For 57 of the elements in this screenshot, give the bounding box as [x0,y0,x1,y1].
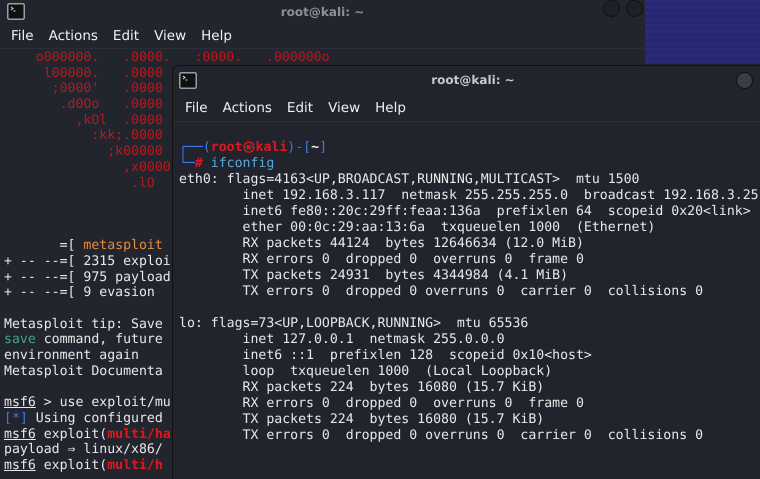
window-title: root@kali: ~ [431,73,515,87]
terminal-line: eth0: flags=4163<UP,BROADCAST,RUNNING,MULTICAST> mtu 1500 [179,172,640,188]
window-button[interactable] [626,0,643,17]
terminal-line: ,x0000 [122,160,171,176]
terminal-line: ether 00:0c:29:aa:13:6a txqueuelen 1000 (Ethernet) [242,220,656,236]
terminal-line: + -- --=[ 2315 exploi [4,254,171,270]
terminal-line: .d0Oo .0000 [58,97,163,113]
terminal-line: RX errors 0 dropped 0 overruns 0 frame 0 [242,396,584,412]
terminal-line: ,kOl .0000 [74,112,163,128]
menu-item[interactable]: Actions [48,28,98,44]
terminal-line: └─# ifconfig [179,156,274,172]
menu-item[interactable]: View [154,28,186,44]
terminal-line: RX packets 224 bytes 16080 (15.7 KiB) [242,380,544,396]
window-button[interactable] [603,0,620,17]
window-title: root@kali: ~ [280,5,364,19]
terminal-line: ┌──(root㉿kali)-[~] [179,140,328,155]
terminal-line: .lO [130,176,155,192]
terminal-line: inet6 fe80::20c:29ff:feaa:136a prefixlen 64 scopeid 0x20<link> [242,204,751,220]
terminal-line: [*] Using configured [4,410,163,426]
terminal-line: TX packets 224 bytes 16080 (15.7 KiB) [242,412,544,428]
terminal-line: l00000. .0000 [42,66,163,82]
terminal-line: TX errors 0 dropped 0 overruns 0 carrier 0 collisions 0 [242,428,704,444]
terminal-line: msf6 > use exploit/mu [4,395,171,411]
terminal-line: + -- --=[ 975 payload [4,270,171,286]
terminal-line: RX errors 0 dropped 0 overruns 0 frame 0 [242,252,584,268]
terminal-line: o000000. .0000. :0000. .000000o [34,50,330,66]
terminal-line: lo: flags=73<UP,LOOPBACK,RUNNING> mtu 65536 [179,316,528,332]
menu-item[interactable]: Edit [112,28,140,44]
terminal-line: save command, future [4,332,163,348]
terminal-line: msf6 exploit(multi/ha [4,426,171,442]
terminal-line: RX packets 44124 bytes 12646634 (12.0 MiB) [242,236,584,252]
terminal-line: TX errors 0 dropped 0 overruns 0 carrier 0 collisions 0 [242,284,704,300]
terminal-line: inet 127.0.0.1 netmask 255.0.0.0 [242,332,505,348]
menu-item[interactable]: File [185,100,208,116]
terminal-icon [179,72,197,89]
terminal-line: inet6 ::1 prefixlen 128 scopeid 0x10<host> [242,348,592,364]
menu-item[interactable]: View [328,100,360,116]
menu-item[interactable]: Help [375,100,406,116]
terminal-line: msf6 exploit(multi/h [4,458,163,474]
menu-item[interactable]: Edit [286,100,314,116]
terminal-line: payload ⇒ linux/x86/ [4,442,163,458]
window-button[interactable] [736,72,753,89]
terminal-line: environment again [4,348,139,364]
terminal-icon [7,3,25,20]
menu-item[interactable]: Actions [222,100,272,116]
terminal-line: + -- --=[ 9 evasion [4,285,155,301]
terminal-line: Metasploit tip: Save [4,316,163,332]
terminal-line: Metasploit Documenta [4,364,163,380]
terminal-line: loop txqueuelen 1000 (Local Loopback) [242,364,552,380]
menu-item[interactable]: File [11,28,34,44]
terminal-line: ;0000' .0000 [50,81,163,98]
menu-item[interactable]: Help [201,28,232,44]
terminal-line: TX packets 24931 bytes 4344984 (4.1 MiB) [242,268,568,284]
terminal-line: ;k00000 [106,144,163,160]
terminal-line: =[ metasploit [58,238,163,254]
terminal-line: inet 192.168.3.117 netmask 255.255.255.0 broadcast 192.168.3.25 [242,188,759,204]
terminal-line: :kk;.0000 [90,128,163,144]
